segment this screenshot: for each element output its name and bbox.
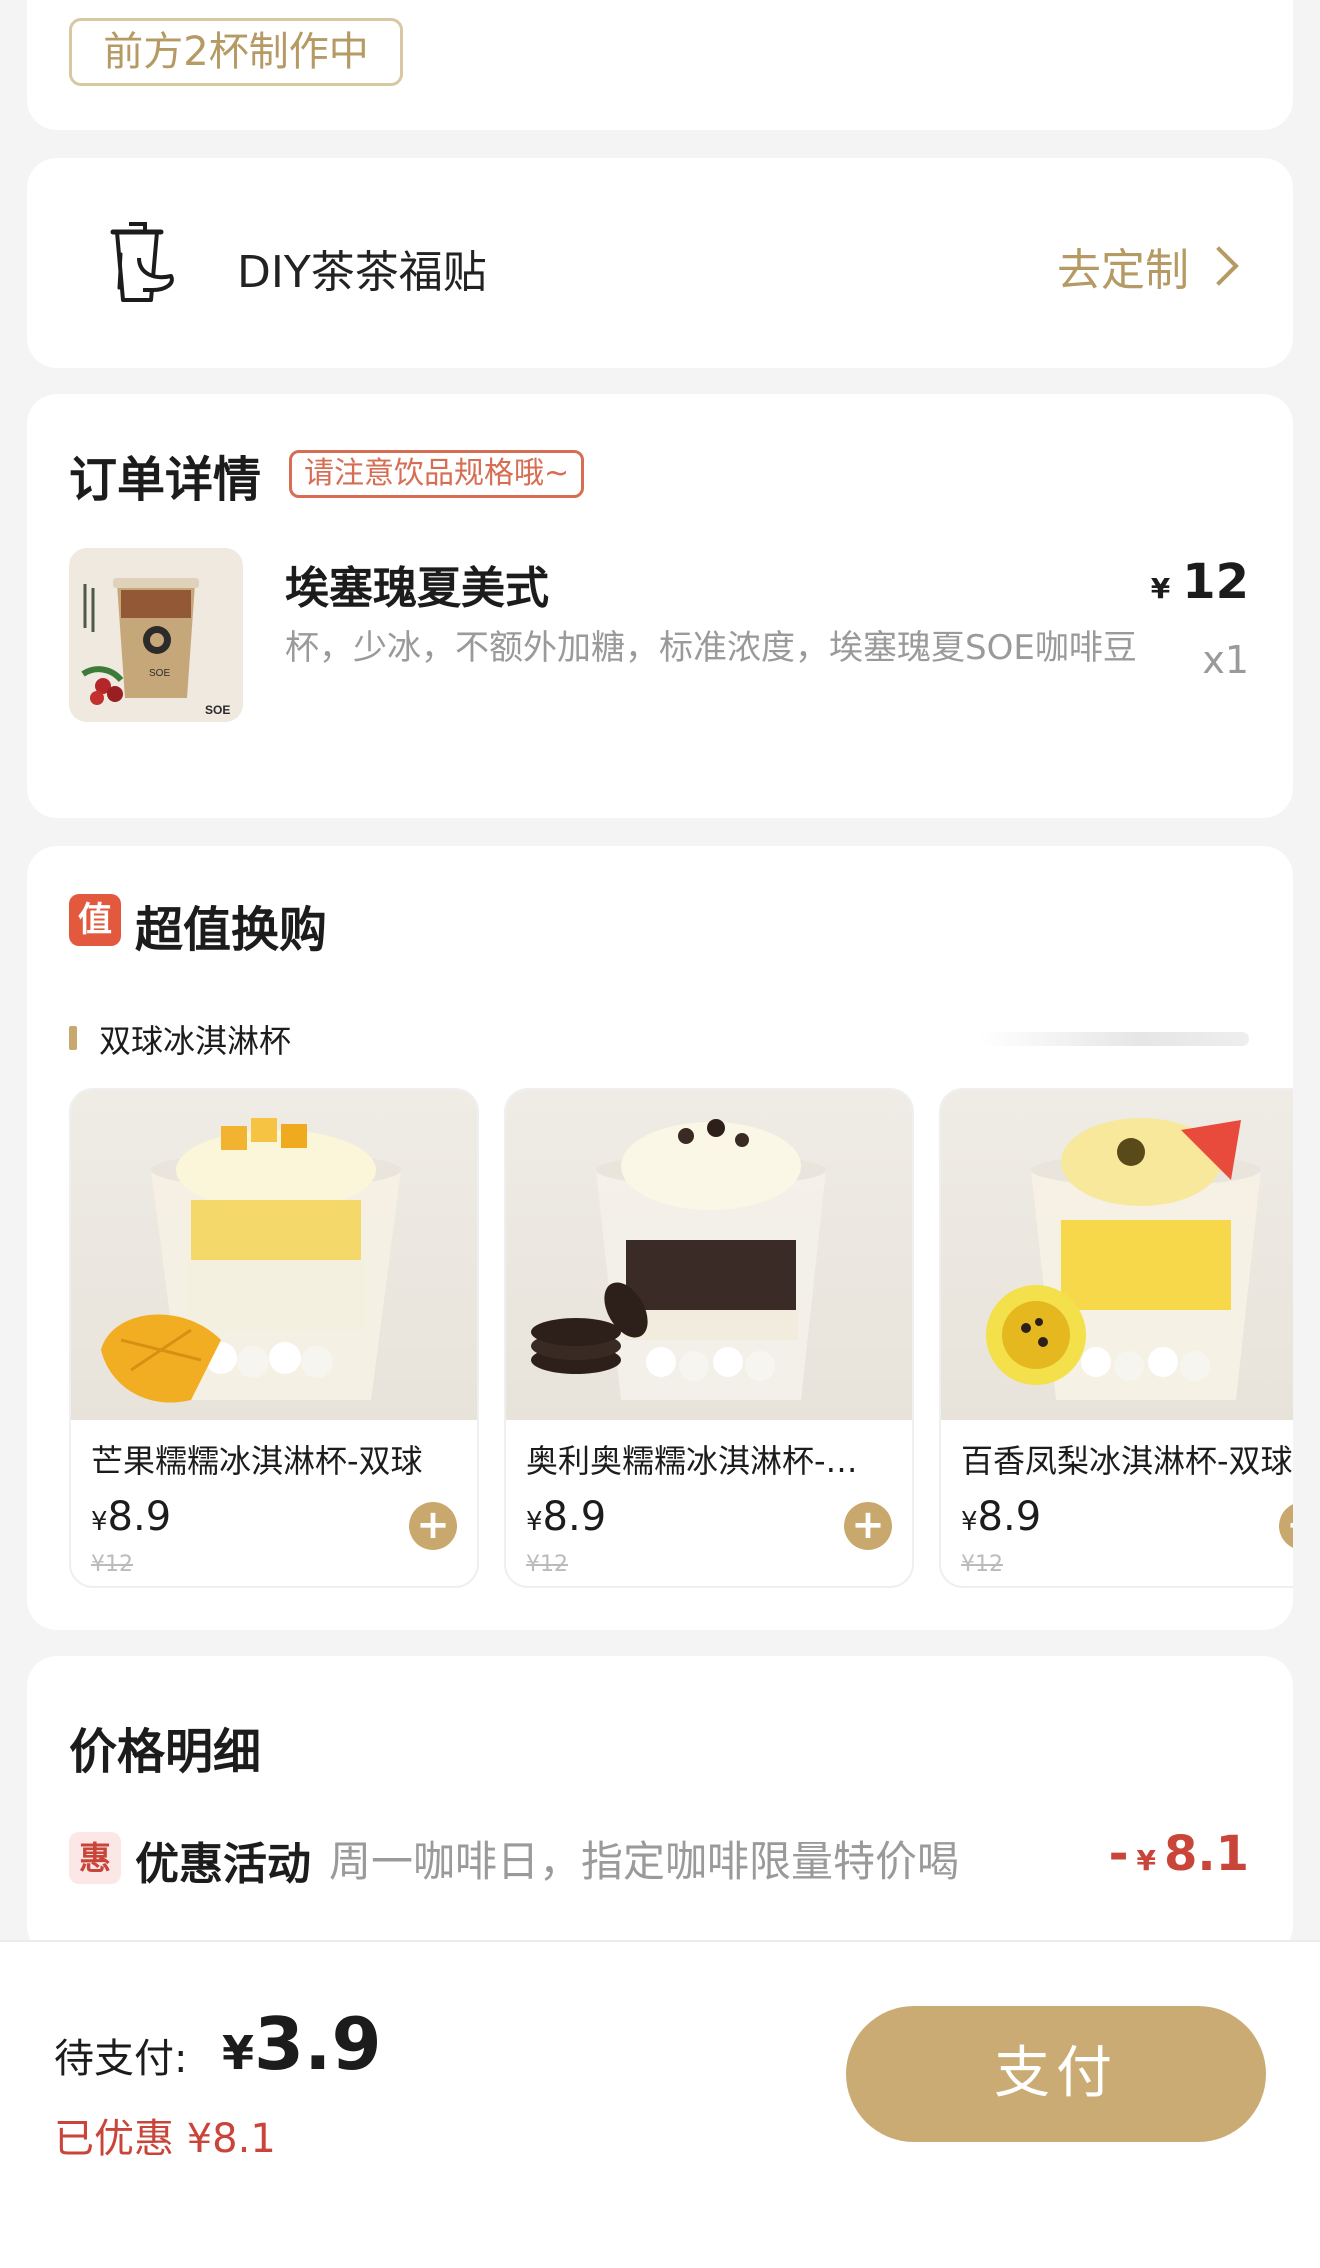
discount-badge: 惠	[69, 1832, 121, 1884]
upsell-product-price-value: 8.9	[977, 1494, 1042, 1540]
spec-notice-badge: 请注意饮品规格哦~	[289, 450, 585, 498]
promo-name: 优惠活动	[135, 1839, 311, 1890]
currency-symbol: ¥	[91, 1507, 108, 1537]
upsell-product-price: ¥8.9	[961, 1494, 1041, 1540]
upsell-card: 值 超值换购 双球冰淇淋杯 芒果糯糯冰淇淋杯-双球 ¥8.9 ¥12 + 奥利奥…	[27, 846, 1293, 1630]
svg-text:SOE: SOE	[149, 668, 170, 679]
upsell-product-card[interactable]: 奥利奥糯糯冰淇淋杯-… ¥8.9 ¥12 +	[504, 1088, 914, 1588]
product-image	[506, 1090, 912, 1420]
oreo-ice-cream-image	[531, 1119, 826, 1400]
order-details-card: 订单详情 请注意饮品规格哦~ SOE SOE 埃塞瑰夏美式 杯，少冰，不额外加糖…	[27, 394, 1293, 818]
product-thumbnail: SOE SOE	[69, 548, 243, 722]
add-to-cart-button[interactable]: +	[409, 1502, 457, 1550]
coffee-cup-image: SOE SOE	[69, 548, 243, 722]
product-image	[941, 1090, 1293, 1420]
upsell-product-card[interactable]: 百香凤梨冰淇淋杯-双球 ¥8.9 ¥12 +	[939, 1088, 1293, 1588]
diy-cta-label: 去定制	[1057, 245, 1189, 296]
currency-symbol: ¥	[961, 1507, 978, 1537]
value-badge: 值	[69, 894, 121, 946]
cup-sticker-icon	[110, 222, 174, 302]
upsell-product-original-price: ¥12	[961, 1552, 1003, 1577]
order-details-title: 订单详情	[69, 452, 262, 508]
upsell-product-price-value: 8.9	[542, 1494, 607, 1540]
upsell-product-original-price: ¥12	[91, 1552, 133, 1577]
currency-symbol: ¥	[1150, 572, 1171, 605]
amount-due: ¥3.9	[222, 2002, 382, 2086]
product-price-value: 12	[1182, 554, 1249, 610]
upsell-product-price: ¥8.9	[91, 1494, 171, 1540]
upsell-title: 超值换购	[135, 902, 328, 958]
promo-amount-value: 8.1	[1163, 1826, 1249, 1882]
add-to-cart-button[interactable]: +	[1279, 1502, 1293, 1550]
mango-ice-cream-image	[101, 1118, 401, 1403]
diy-card[interactable]: DIY茶茶福贴 去定制	[27, 158, 1293, 368]
product-spec: 杯，少冰，不额外加糖，标准浓度，埃塞瑰夏SOE咖啡豆	[285, 628, 1137, 668]
upsell-product-original-price: ¥12	[526, 1552, 568, 1577]
currency-symbol: ¥	[222, 2026, 255, 2080]
minus-sign: -	[1108, 1826, 1129, 1882]
upsell-product-price: ¥8.9	[526, 1494, 606, 1540]
product-name: 埃塞瑰夏美式	[285, 563, 549, 614]
upsell-product-name: 奥利奥糯糯冰淇淋杯-…	[526, 1442, 858, 1480]
queue-card: 前方2杯制作中	[27, 0, 1293, 130]
product-image	[71, 1090, 477, 1420]
passionfruit-ice-cream-image	[986, 1118, 1261, 1400]
add-to-cart-button[interactable]: +	[844, 1502, 892, 1550]
section-marker	[69, 1026, 77, 1050]
saved-amount: 已优惠 ¥8.1	[54, 2116, 276, 2162]
upsell-product-name: 芒果糯糯冰淇淋杯-双球	[91, 1442, 423, 1480]
product-price: ¥12	[1151, 554, 1249, 610]
scroll-indicator	[979, 1032, 1249, 1046]
chevron-right-icon	[1199, 246, 1239, 286]
amount-due-label: 待支付:	[54, 2036, 188, 2082]
diy-title: DIY茶茶福贴	[237, 247, 487, 298]
upsell-product-name: 百香凤梨冰淇淋杯-双球	[961, 1442, 1293, 1480]
promo-discount-amount: - ¥8.1	[1109, 1826, 1249, 1882]
diy-customize-link[interactable]: 去定制	[1057, 234, 1239, 298]
upsell-product-card[interactable]: 芒果糯糯冰淇淋杯-双球 ¥8.9 ¥12 +	[69, 1088, 479, 1588]
price-detail-card: 价格明细 惠 优惠活动 周一咖啡日，指定咖啡限量特价喝 - ¥8.1	[27, 1656, 1293, 1956]
currency-symbol: ¥	[1136, 1844, 1156, 1877]
upsell-product-price-value: 8.9	[107, 1494, 172, 1540]
price-detail-title: 价格明细	[69, 1724, 262, 1780]
checkout-bar: 待支付: ¥3.9 已优惠 ¥8.1 支付	[0, 1940, 1320, 2268]
promo-description: 周一咖啡日，指定咖啡限量特价喝	[329, 1837, 960, 1886]
currency-symbol: ¥	[526, 1507, 543, 1537]
product-quantity: x1	[1202, 638, 1249, 682]
queue-status-badge: 前方2杯制作中	[69, 18, 403, 86]
amount-due-value: 3.9	[254, 2002, 382, 2086]
svg-text:SOE: SOE	[205, 703, 230, 717]
upsell-section-title: 双球冰淇淋杯	[99, 1022, 292, 1060]
pay-button[interactable]: 支付	[846, 2006, 1266, 2142]
